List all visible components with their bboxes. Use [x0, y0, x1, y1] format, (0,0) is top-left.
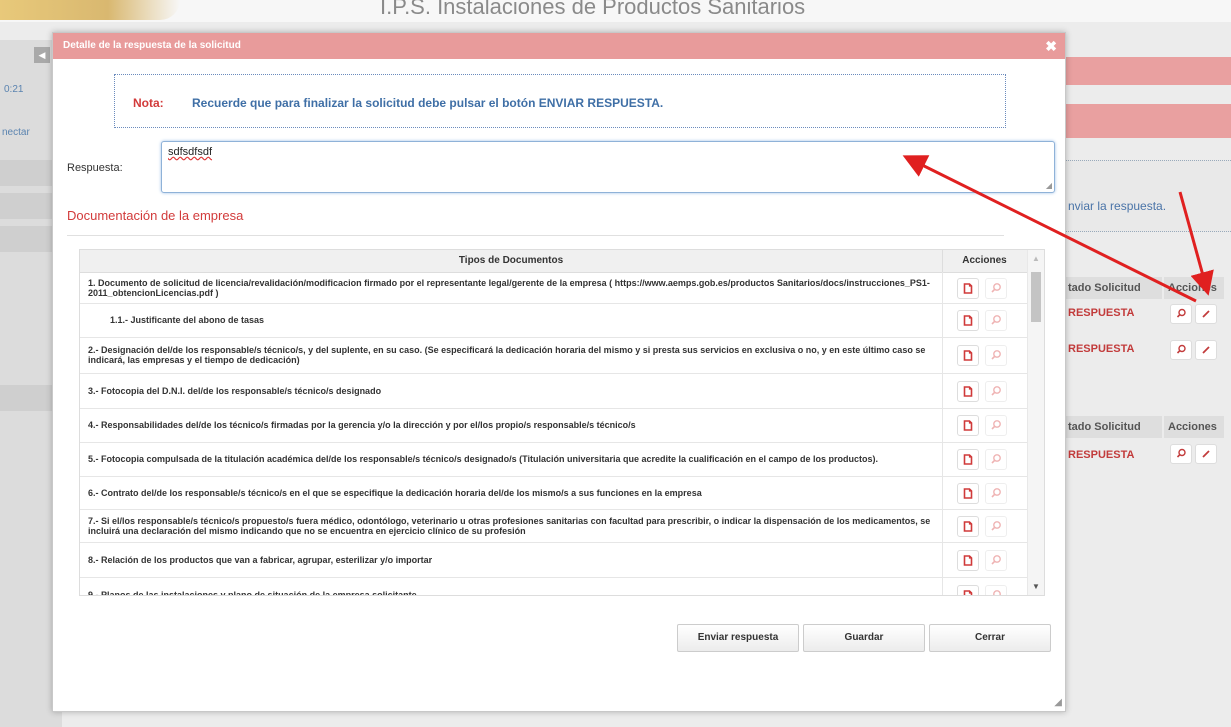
- magnifier-icon[interactable]: [985, 585, 1007, 595]
- magnifier-icon[interactable]: [1170, 304, 1192, 324]
- row-actions: [942, 577, 1028, 595]
- magnifier-icon[interactable]: [985, 515, 1007, 537]
- response-label: Respuesta:: [67, 162, 123, 174]
- note-box: Nota: Recuerde que para finalizar la sol…: [114, 74, 1006, 128]
- magnifier-icon[interactable]: [985, 449, 1007, 470]
- document-type-label: 9.- Planos de las instalaciones y plano …: [88, 590, 417, 596]
- pencil-icon[interactable]: [1195, 444, 1217, 464]
- magnifier-icon[interactable]: [985, 310, 1007, 331]
- pdf-document-icon[interactable]: [957, 345, 979, 366]
- row-actions: [942, 303, 1028, 337]
- table-header: Tipos de Documentos Acciones: [80, 250, 1027, 273]
- document-type-label: 6.- Contrato del/de los responsable/s té…: [88, 487, 702, 498]
- magnifier-icon[interactable]: [985, 345, 1007, 366]
- background-note-box: [1064, 160, 1231, 232]
- row-actions: [942, 408, 1028, 442]
- response-textarea[interactable]: sdfsdfsdf ◢: [161, 141, 1055, 193]
- table-row: 9.- Planos de las instalaciones y plano …: [80, 577, 1028, 596]
- background-band: [1064, 57, 1231, 85]
- document-type-label: 4.- Responsabilidades del/de los técnico…: [88, 420, 636, 430]
- disconnect-link[interactable]: nectar: [2, 127, 30, 138]
- table-row: 6.- Contrato del/de los responsable/s té…: [80, 476, 1027, 510]
- column-header-actions: Acciones: [962, 255, 1007, 266]
- background-status-cell: RESPUESTA: [1068, 449, 1135, 461]
- scroll-thumb[interactable]: [1031, 272, 1041, 322]
- document-type-label: 7.- Si el/los responsable/s técnico/s pr…: [88, 515, 931, 536]
- background-status-cell: RESPUESTA: [1068, 307, 1135, 319]
- modal-header[interactable]: Detalle de la respuesta de la solicitud …: [53, 33, 1065, 59]
- pdf-document-icon[interactable]: [957, 549, 979, 571]
- magnifier-icon[interactable]: [985, 415, 1007, 436]
- table-row: 4.- Responsabilidades del/de los técnico…: [80, 408, 1027, 443]
- pdf-document-icon[interactable]: [957, 415, 979, 436]
- background-actions-header: Acciones: [1164, 277, 1224, 299]
- table-row: 2.- Designación del/de los responsable/s…: [80, 337, 1027, 374]
- background-status-header: tado Solicitud: [1064, 416, 1162, 438]
- document-type-label: 1. Documento de solicitud de licencia/re…: [88, 277, 930, 298]
- session-time: 0:21: [4, 84, 24, 95]
- row-actions: [942, 337, 1028, 373]
- row-actions: [942, 476, 1028, 509]
- column-header-documents: Tipos de Documentos: [80, 250, 943, 272]
- close-icon[interactable]: ✖: [1045, 33, 1057, 59]
- background-band: [1064, 104, 1231, 138]
- background-note-text: nviar la respuesta.: [1068, 199, 1167, 213]
- response-value: sdfsdfsdf: [168, 146, 213, 158]
- magnifier-icon[interactable]: [1170, 444, 1192, 464]
- pencil-icon[interactable]: [1195, 340, 1217, 360]
- send-response-button[interactable]: Enviar respuesta: [677, 624, 799, 652]
- document-type-label: 3.- Fotocopia del D.N.I. del/de los resp…: [88, 385, 382, 396]
- resize-grip-icon[interactable]: ◢: [1046, 181, 1052, 190]
- background-actions-header: Acciones: [1164, 416, 1224, 438]
- magnifier-icon[interactable]: [985, 482, 1007, 504]
- row-actions: [942, 373, 1028, 408]
- table-scrollbar[interactable]: ▲ ▼: [1027, 250, 1044, 595]
- note-label: Nota:: [133, 96, 164, 110]
- scroll-down-icon[interactable]: ▼: [1032, 582, 1040, 591]
- section-title: Documentación de la empresa: [67, 208, 244, 223]
- note-text: Recuerde que para finalizar la solicitud…: [192, 96, 664, 110]
- app-title: I.P.S. Instalaciones de Productos Sanita…: [380, 0, 806, 19]
- document-type-label: 1.1.- Justificante del abono de tasas: [110, 315, 265, 325]
- pdf-document-icon[interactable]: [957, 585, 979, 595]
- response-detail-modal: Detalle de la respuesta de la solicitud …: [52, 32, 1066, 712]
- table-row: 1.1.- Justificante del abono de tasas: [80, 303, 1027, 338]
- pencil-icon[interactable]: [1195, 304, 1217, 324]
- table-row: 5.- Fotocopia compulsada de la titulació…: [80, 442, 1027, 477]
- documents-table: Tipos de Documentos Acciones 1. Document…: [79, 249, 1045, 596]
- row-actions: [942, 442, 1028, 476]
- magnifier-icon[interactable]: [985, 277, 1007, 299]
- pdf-document-icon[interactable]: [957, 310, 979, 331]
- resize-grip-icon[interactable]: ◢: [1054, 697, 1062, 708]
- background-status-cell: RESPUESTA: [1068, 343, 1135, 355]
- close-button[interactable]: Cerrar: [929, 624, 1051, 652]
- save-button[interactable]: Guardar: [803, 624, 925, 652]
- sidebar-toggle-icon[interactable]: ◀: [34, 47, 50, 63]
- pdf-document-icon[interactable]: [957, 277, 979, 299]
- table-row: 3.- Fotocopia del D.N.I. del/de los resp…: [80, 373, 1027, 409]
- pdf-document-icon[interactable]: [957, 449, 979, 470]
- pdf-document-icon[interactable]: [957, 515, 979, 537]
- pdf-document-icon[interactable]: [957, 482, 979, 504]
- modal-title: Detalle de la respuesta de la solicitud: [63, 40, 241, 51]
- row-actions: [942, 509, 1028, 542]
- magnifier-icon[interactable]: [985, 380, 1007, 402]
- scroll-up-icon[interactable]: ▲: [1032, 254, 1040, 263]
- table-row: 8.- Relación de los productos que van a …: [80, 542, 1027, 578]
- table-row: 1. Documento de solicitud de licencia/re…: [80, 272, 1027, 304]
- section-divider: [67, 235, 1004, 236]
- table-row: 7.- Si el/los responsable/s técnico/s pr…: [80, 509, 1027, 543]
- document-type-label: 2.- Designación del/de los responsable/s…: [88, 345, 926, 365]
- magnifier-icon[interactable]: [1170, 340, 1192, 360]
- pdf-document-icon[interactable]: [957, 380, 979, 402]
- background-status-header: tado Solicitud: [1064, 277, 1162, 299]
- document-type-label: 5.- Fotocopia compulsada de la titulació…: [88, 454, 879, 464]
- row-actions: [942, 272, 1028, 303]
- document-type-label: 8.- Relación de los productos que van a …: [88, 554, 433, 565]
- magnifier-icon[interactable]: [985, 549, 1007, 571]
- app-logo: [0, 0, 180, 20]
- row-actions: [942, 542, 1028, 577]
